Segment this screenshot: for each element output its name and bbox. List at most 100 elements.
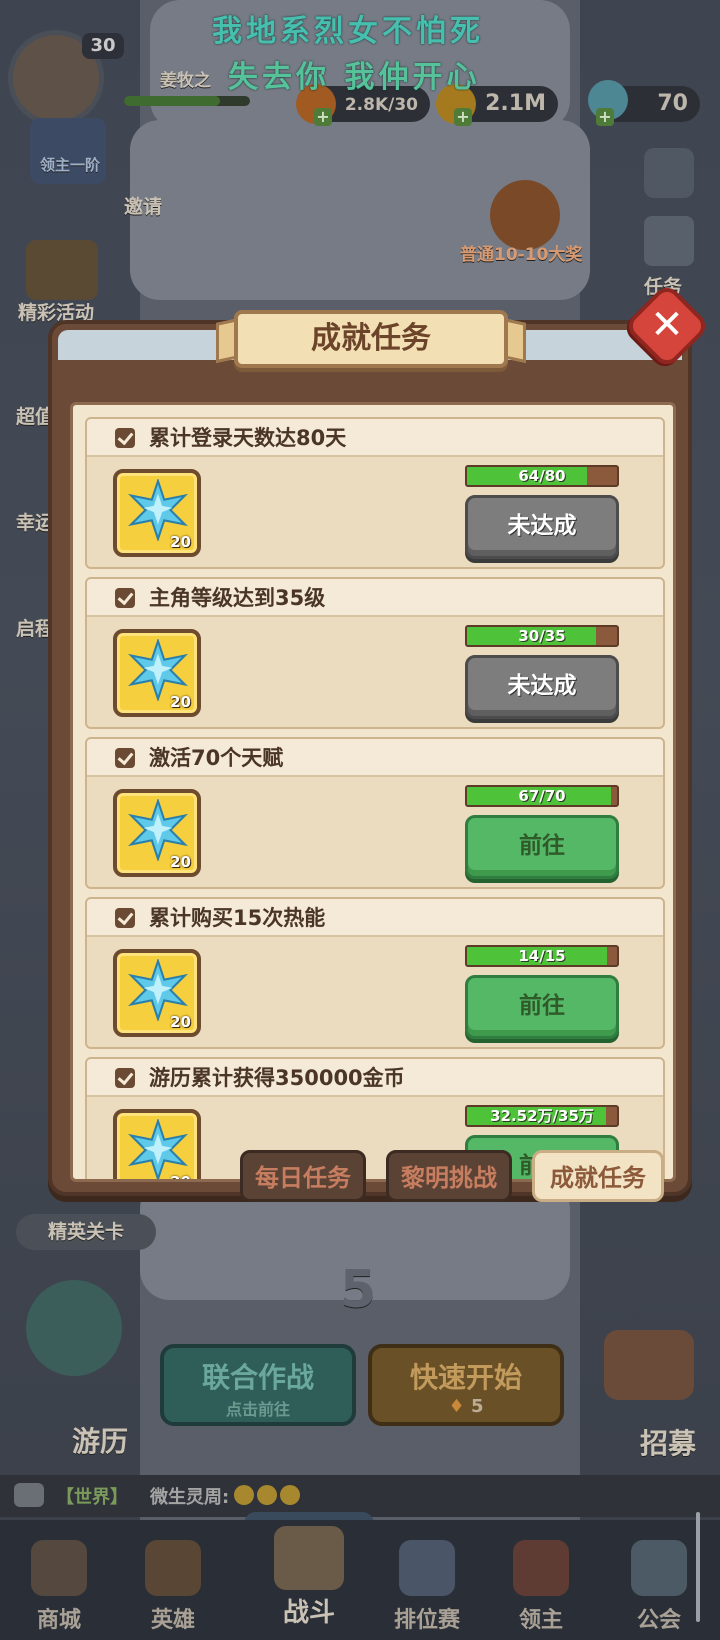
menu-icon[interactable] bbox=[644, 148, 694, 198]
nav-label: 领主 bbox=[518, 1608, 563, 1633]
not-achieved-button[interactable]: 未达成 bbox=[465, 655, 619, 719]
overlay-caption-line1: 我地系烈女不怕死 bbox=[212, 14, 484, 49]
world-chat-bar[interactable]: 【世界】 微生灵周: bbox=[0, 1475, 720, 1517]
chat-sender: 微生灵周: bbox=[150, 1487, 230, 1508]
travel-label[interactable]: 游历 bbox=[72, 1420, 128, 1460]
coop-battle-button[interactable]: 联合作战 点击前往 bbox=[160, 1344, 356, 1426]
task-title: 累计登录天数达80天 bbox=[149, 426, 347, 450]
stage-number: 5 bbox=[340, 1260, 377, 1320]
tab-dawn-challenge[interactable]: 黎明挑战 bbox=[386, 1150, 512, 1202]
reward-slot[interactable]: 20 bbox=[113, 469, 201, 557]
crystal-icon bbox=[127, 959, 189, 1021]
player-name: 姜牧之 bbox=[160, 71, 211, 91]
progress-text: 30/35 bbox=[518, 627, 566, 645]
checkbox-icon bbox=[115, 908, 135, 928]
task-title: 主角等级达到35级 bbox=[149, 586, 326, 610]
crystal-plus-icon[interactable]: + bbox=[596, 108, 614, 126]
progress-bar: 67/70 bbox=[465, 785, 619, 807]
elite-stage-button[interactable]: 精英关卡 bbox=[16, 1214, 156, 1250]
task-title: 游历累计获得350000金币 bbox=[149, 1066, 405, 1090]
nav-ranked[interactable]: 排位赛 bbox=[372, 1520, 482, 1640]
task-header: 游历累计获得350000金币 bbox=[87, 1059, 663, 1097]
reward-count: 20 bbox=[170, 1013, 191, 1031]
progress-bar: 64/80 bbox=[465, 465, 619, 487]
energy-value: 2.8K/30 bbox=[344, 95, 418, 115]
not-achieved-button[interactable]: 未达成 bbox=[465, 495, 619, 559]
quickstart-cost-value: 5 bbox=[470, 1396, 484, 1417]
reward-count: 20 bbox=[170, 1173, 191, 1182]
reward-count: 20 bbox=[170, 533, 191, 551]
invite-label[interactable]: 邀请 bbox=[124, 192, 162, 219]
tab-achievement-tasks[interactable]: 成就任务 bbox=[532, 1150, 664, 1202]
progress-text: 67/70 bbox=[518, 787, 566, 805]
go-button[interactable]: 前往 bbox=[465, 975, 619, 1039]
rank-label: 领主一阶 bbox=[39, 156, 100, 174]
progress-bar: 32.52万/35万 bbox=[465, 1105, 619, 1127]
tab-daily-tasks[interactable]: 每日任务 bbox=[240, 1150, 366, 1202]
task-title: 累计购买15次热能 bbox=[149, 906, 326, 930]
progress-text: 32.52万/35万 bbox=[490, 1107, 594, 1125]
crystal-icon bbox=[127, 1119, 189, 1179]
crystal-icon bbox=[127, 799, 189, 861]
crystal-icon bbox=[127, 479, 189, 541]
task-card: 累计登录天数达80天 20 64/80 未达成 bbox=[85, 417, 665, 569]
dialog-title-ribbon: 成就任务 bbox=[234, 310, 508, 368]
player-xp-bar bbox=[124, 96, 250, 106]
task-header: 主角等级达到35级 bbox=[87, 579, 663, 617]
nav-heroes[interactable]: 英雄 bbox=[118, 1520, 228, 1640]
task-header: 累计购买15次热能 bbox=[87, 899, 663, 937]
reward-slot[interactable]: 20 bbox=[113, 789, 201, 877]
quickstart-title: 快速开始 bbox=[409, 1361, 522, 1394]
overlay-caption-line2: 失去你 我仲开心 bbox=[228, 60, 481, 95]
task-clipboard-icon[interactable] bbox=[644, 216, 694, 266]
quick-start-button[interactable]: 快速开始 ♦ 5 bbox=[368, 1344, 564, 1426]
nav-shop[interactable]: 商城 bbox=[4, 1520, 114, 1640]
flame-icon: ♦ bbox=[448, 1396, 465, 1417]
reward-count: 20 bbox=[170, 693, 191, 711]
checkbox-icon bbox=[115, 428, 135, 448]
coop-title: 联合作战 bbox=[201, 1361, 314, 1394]
scrollbar[interactable] bbox=[696, 1512, 700, 1622]
player-level-badge: 30 bbox=[82, 33, 124, 59]
chat-channel: 【世界】 bbox=[56, 1487, 128, 1508]
achievement-dialog: 累计登录天数达80天 20 64/80 未达成 主角等级达到35级 20 30/… bbox=[48, 320, 692, 1196]
guild-icon bbox=[631, 1540, 687, 1596]
progress-text: 64/80 bbox=[518, 467, 566, 485]
gold-plus-icon[interactable]: + bbox=[454, 108, 472, 126]
gold-value: 2.1M bbox=[485, 91, 546, 116]
nav-label: 商城 bbox=[36, 1608, 81, 1633]
energy-plus-icon[interactable]: + bbox=[314, 108, 332, 126]
nav-battle[interactable]: 战斗 bbox=[254, 1520, 364, 1640]
ranked-icon bbox=[399, 1540, 455, 1596]
nav-label: 战斗 bbox=[282, 1598, 335, 1628]
reward-slot[interactable]: 20 bbox=[113, 949, 201, 1037]
recruit-character-icon[interactable] bbox=[604, 1330, 694, 1400]
reward-slot[interactable]: 20 bbox=[113, 629, 201, 717]
checkbox-icon bbox=[115, 748, 135, 768]
task-list-panel[interactable]: 累计登录天数达80天 20 64/80 未达成 主角等级达到35级 20 30/… bbox=[70, 402, 676, 1182]
task-card: 激活70个天赋 20 67/70 前往 bbox=[85, 737, 665, 889]
battle-icon bbox=[274, 1526, 344, 1590]
shop-icon bbox=[31, 1540, 87, 1596]
hero-card-icon bbox=[145, 1540, 201, 1596]
chat-bubble-icon bbox=[14, 1483, 44, 1507]
travel-balloon-icon[interactable] bbox=[26, 1280, 122, 1376]
nav-lord[interactable]: 领主 bbox=[486, 1520, 596, 1640]
dialog-title: 成就任务 bbox=[311, 321, 431, 356]
progress-bar: 30/35 bbox=[465, 625, 619, 647]
events-chest-icon[interactable] bbox=[26, 240, 98, 300]
crystal-value: 70 bbox=[657, 91, 688, 116]
reward-slot[interactable]: 20 bbox=[113, 1109, 201, 1182]
chat-emoji-icons bbox=[234, 1485, 306, 1507]
task-card: 累计购买15次热能 20 14/15 前往 bbox=[85, 897, 665, 1049]
quest-reward-label[interactable]: 普通10-10大奖 bbox=[460, 240, 582, 265]
task-header: 激活70个天赋 bbox=[87, 739, 663, 777]
task-header: 累计登录天数达80天 bbox=[87, 419, 663, 457]
coop-subtitle: 点击前往 bbox=[225, 1400, 290, 1419]
recruit-label[interactable]: 招募 bbox=[640, 1422, 696, 1462]
go-button[interactable]: 前往 bbox=[465, 815, 619, 879]
progress-text: 14/15 bbox=[518, 947, 566, 965]
crystal-icon bbox=[127, 639, 189, 701]
close-icon[interactable]: ✕ bbox=[636, 295, 698, 357]
task-card: 主角等级达到35级 20 30/35 未达成 bbox=[85, 577, 665, 729]
